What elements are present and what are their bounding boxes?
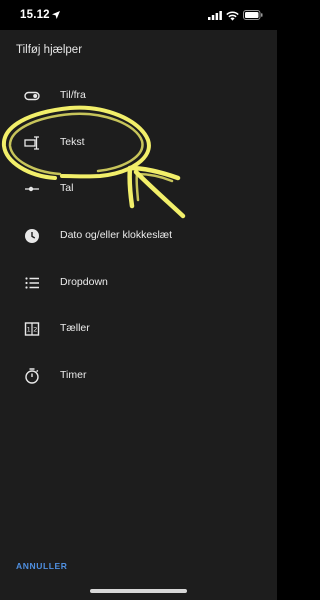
status-bar: 15.12 — [0, 0, 277, 30]
helper-option-toggle[interactable]: Til/fra — [0, 74, 277, 118]
helper-option-label: Dato og/eller klokkeslæt — [60, 229, 173, 241]
helper-option-dropdown[interactable]: Dropdown — [0, 261, 277, 305]
signal-icon — [208, 11, 222, 20]
helper-option-text[interactable]: Tekst — [0, 121, 277, 165]
wifi-icon — [226, 11, 239, 21]
helper-option-counter[interactable]: 1 2 Tæller — [0, 307, 277, 351]
clock-icon — [25, 229, 39, 243]
timer-icon — [25, 368, 39, 384]
location-arrow-icon — [52, 11, 60, 19]
helper-option-label: Til/fra — [60, 89, 86, 101]
status-time: 15.12 — [20, 9, 50, 21]
counter-icon: 1 2 — [24, 322, 40, 336]
toggle-icon — [24, 91, 40, 101]
helper-option-label: Dropdown — [60, 276, 108, 288]
helper-option-label: Tæller — [60, 322, 90, 334]
helper-option-label: Tekst — [60, 136, 85, 148]
screen: 15.12 Tilføj hjælper Til/fra Tekst Tal D… — [0, 0, 277, 600]
text-field-icon — [24, 136, 39, 150]
svg-text:1: 1 — [27, 326, 31, 334]
home-indicator — [90, 589, 187, 593]
slider-icon — [25, 186, 39, 192]
list-icon — [25, 277, 39, 289]
helper-option-number[interactable]: Tal — [0, 167, 277, 211]
svg-text:2: 2 — [33, 326, 37, 334]
cancel-button[interactable]: ANNULLER — [16, 561, 68, 571]
dialog-title: Tilføj hjælper — [16, 44, 83, 56]
helper-option-datetime[interactable]: Dato og/eller klokkeslæt — [0, 214, 277, 258]
helper-option-label: Timer — [60, 369, 87, 381]
helper-option-timer[interactable]: Timer — [0, 354, 277, 398]
helper-option-label: Tal — [60, 182, 74, 194]
battery-icon — [243, 10, 263, 20]
